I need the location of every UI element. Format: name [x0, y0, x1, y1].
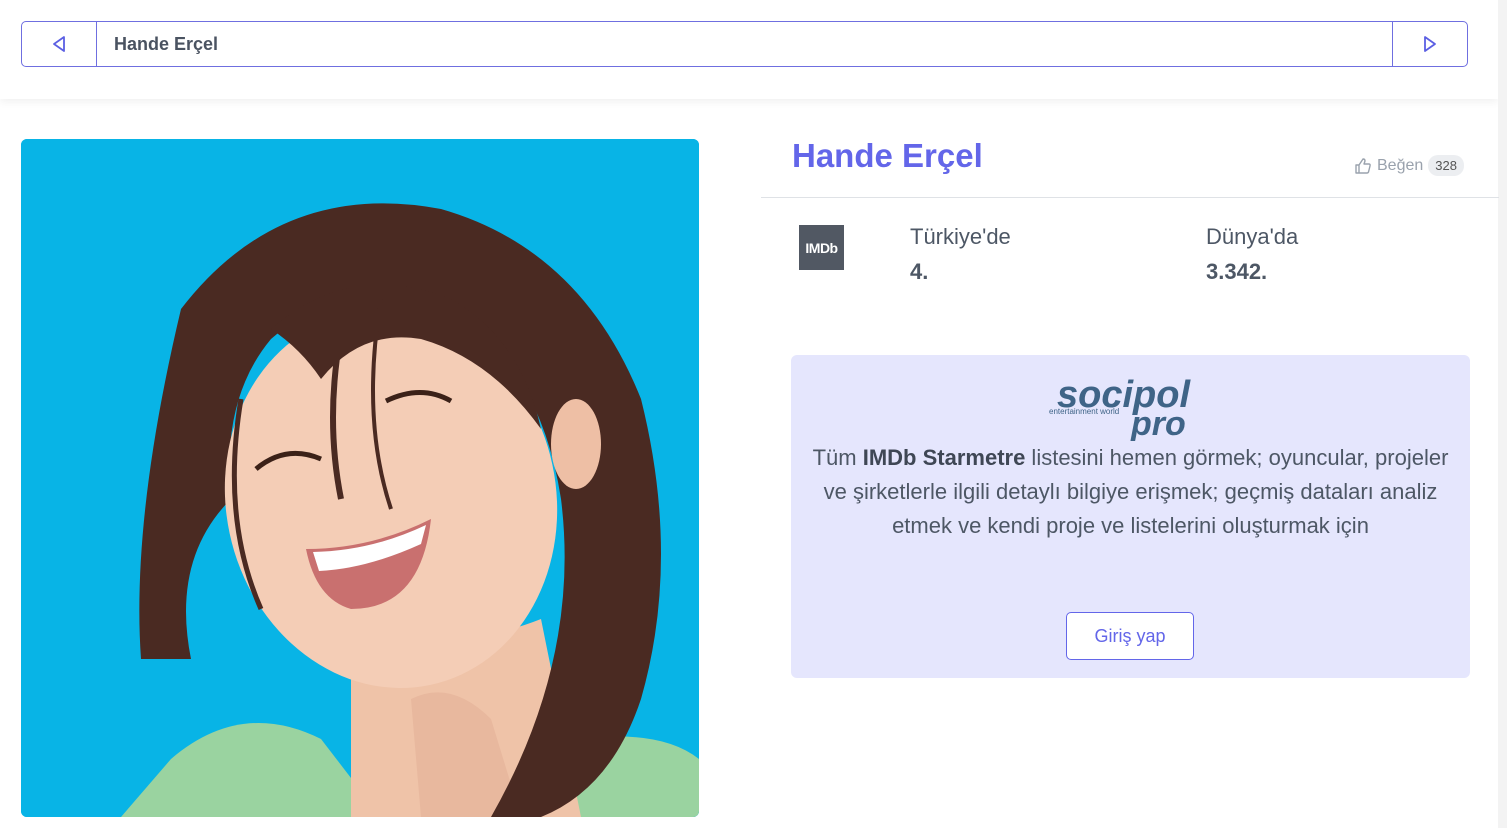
world-rank-label: Dünya'da — [1206, 224, 1299, 249]
world-rank-value: 3.342. — [1206, 259, 1268, 284]
like-button[interactable]: Beğen 328 — [1354, 155, 1464, 176]
profile-navigator: Hande Erçel — [21, 21, 1468, 67]
triangle-right-icon — [1424, 36, 1436, 52]
nav-title: Hande Erçel — [114, 33, 219, 54]
previous-button[interactable] — [22, 22, 97, 66]
like-label: Beğen — [1377, 156, 1424, 174]
socipol-pro-logo: socipol entertainment world pro — [1049, 374, 1191, 441]
next-button[interactable] — [1392, 22, 1467, 66]
divider — [761, 197, 1499, 198]
svg-text:pro: pro — [1130, 405, 1186, 441]
triangle-left-icon — [53, 36, 65, 52]
promo-box: socipol entertainment world pro Tüm IMDb… — [791, 355, 1470, 678]
turkey-rank-value: 4. — [910, 259, 929, 284]
svg-text:entertainment world: entertainment world — [1049, 407, 1119, 416]
profile-photo — [21, 139, 699, 817]
turkey-rank-label: Türkiye'de — [910, 224, 1011, 249]
login-button[interactable]: Giriş yap — [1066, 612, 1194, 660]
top-navigation-bar: Hande Erçel — [0, 0, 1498, 99]
actor-name: Hande Erçel — [792, 137, 983, 174]
turkey-rank: Türkiye'de 4. — [910, 224, 1011, 285]
world-rank: Dünya'da 3.342. — [1206, 224, 1298, 285]
scrollbar[interactable] — [1498, 0, 1507, 828]
imdb-logo: IMDb — [799, 225, 844, 270]
promo-bold-text: IMDb Starmetre — [862, 445, 1026, 470]
promo-text: Tüm IMDb Starmetre listesini hemen görme… — [812, 445, 1449, 538]
thumbs-up-icon — [1355, 157, 1371, 174]
like-count-badge: 328 — [1428, 155, 1464, 176]
portrait-image — [21, 139, 699, 817]
